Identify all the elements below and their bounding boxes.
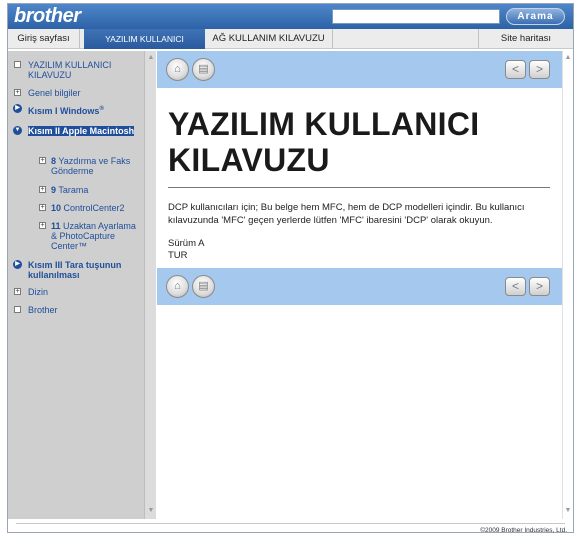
next-page-icon[interactable]: >: [529, 277, 550, 296]
sidebar-item-software-guide[interactable]: YAZILIM KULLANICI KILAVUZU: [14, 60, 138, 80]
sidebar-item-printing-fax[interactable]: + 8 Yazdırma ve Faks Gönderme: [39, 156, 139, 176]
sidebar-item-index[interactable]: + Dizin: [14, 287, 138, 297]
chapter-number: 11: [51, 221, 61, 231]
intro-paragraph: DCP kullanıcıları için; Bu belge hem MFC…: [168, 202, 525, 226]
sidebar-item-label: Brother: [28, 305, 58, 315]
chapter-number: 9: [51, 185, 57, 195]
top-nav: Giriş sayfası YAZILIM KULLANICI KILAVUZU…: [8, 29, 573, 64]
sidebar-item-brother[interactable]: Brother: [14, 305, 138, 315]
sidebar-item-controlcenter[interactable]: + 10 ControlCenter2: [39, 203, 139, 213]
sidebar-item-remote-setup[interactable]: + 11 Uzaktan Ayarlama & PhotoCapture Cen…: [39, 221, 139, 251]
content-scrollbar[interactable]: ▲ ▼: [562, 51, 573, 519]
scroll-up-icon[interactable]: ▲: [563, 53, 573, 63]
sidebar-item-scanning[interactable]: + 9 Tarama: [39, 185, 139, 195]
scroll-down-icon[interactable]: ▼: [563, 506, 573, 516]
page-icon: [14, 306, 21, 313]
registered-mark: ®: [99, 106, 104, 112]
next-page-icon[interactable]: >: [529, 60, 550, 79]
expand-icon: +: [39, 204, 46, 211]
printer-icon[interactable]: ▤: [192, 275, 215, 298]
sidebar-item-label: Tarama: [58, 185, 89, 195]
sidebar-item-label: Uzaktan Ayarlama & PhotoCapture Center™: [51, 221, 136, 251]
footer-divider: [16, 523, 565, 524]
scroll-up-icon[interactable]: ▲: [146, 53, 156, 63]
sidebar-item-label: ControlCenter2: [63, 203, 125, 213]
expand-icon: +: [39, 157, 46, 164]
language-code: TUR: [168, 250, 188, 261]
tab-network-guide[interactable]: AĞ KULLANIM KILAVUZU: [205, 29, 333, 49]
chevron-down-icon: ▼: [13, 126, 22, 135]
chapter-number: 10: [51, 203, 62, 213]
sidebar-item-label: Yazdırma ve Faks Gönderme: [51, 156, 131, 176]
search-button[interactable]: Arama: [506, 8, 565, 25]
sidebar-item-label: Kısım II Apple Macintosh: [28, 126, 135, 136]
chevron-right-icon: ▶: [13, 260, 22, 269]
sidebar-item-label: Dizin: [28, 287, 49, 297]
chevron-right-icon: ▶: [13, 104, 22, 113]
sidebar-item-general[interactable]: + Genel bilgiler: [14, 88, 138, 98]
brother-logo: brother: [14, 5, 81, 27]
sidebar-item-label: Kısım III Tara tuşunun kullanılması: [28, 260, 122, 280]
sidebar-item-label: YAZILIM KULLANICI KILAVUZU: [28, 60, 112, 80]
sidebar: YAZILIM KULLANICI KILAVUZU + Genel bilgi…: [8, 51, 156, 519]
tab-home[interactable]: Giriş sayfası: [8, 29, 80, 49]
home-icon[interactable]: ⌂: [166, 275, 189, 298]
tab-sitemap[interactable]: Site haritası: [478, 29, 573, 49]
header-bar: brother Arama: [8, 4, 573, 29]
page-icon: [14, 61, 21, 68]
sidebar-item-windows[interactable]: ▶ Kısım I Windows®: [13, 104, 138, 116]
version-label: Sürüm A: [168, 238, 205, 249]
title-divider: [168, 187, 550, 188]
sidebar-scrollbar[interactable]: ▲ ▼: [144, 51, 156, 519]
sidebar-item-macintosh[interactable]: ▼ Kısım II Apple Macintosh: [13, 126, 138, 136]
page-title: YAZILIM KULLANICI KILAVUZU: [168, 106, 480, 178]
expand-icon: +: [39, 222, 46, 229]
tab-software-guide[interactable]: YAZILIM KULLANICI KILAVUZU: [84, 29, 205, 64]
scroll-down-icon[interactable]: ▼: [146, 506, 156, 516]
page-toolbar-bottom: ⌂ ▤ < >: [157, 268, 562, 305]
search-input[interactable]: [332, 9, 500, 24]
page-toolbar-top: ⌂ ▤ < >: [157, 51, 562, 88]
expand-icon: +: [39, 186, 46, 193]
previous-page-icon[interactable]: <: [505, 60, 526, 79]
browser-frame: brother Arama Giriş sayfası YAZILIM KULL…: [7, 3, 574, 534]
expand-icon: +: [14, 288, 21, 295]
printer-icon[interactable]: ▤: [192, 58, 215, 81]
sidebar-item-label: Kısım I Windows: [28, 106, 100, 116]
home-icon[interactable]: ⌂: [166, 58, 189, 81]
chapter-number: 8: [51, 156, 57, 166]
sidebar-item-label: Genel bilgiler: [28, 88, 81, 98]
previous-page-icon[interactable]: <: [505, 277, 526, 296]
copyright-text: ©2009 Brother Industries, Ltd.: [480, 527, 567, 534]
expand-icon: +: [14, 89, 21, 96]
sidebar-item-scan-key[interactable]: ▶ Kısım III Tara tuşunun kullanılması: [13, 260, 142, 280]
main-content: ⌂ ▤ < > YAZILIM KULLANICI KILAVUZU DCP k…: [157, 51, 573, 519]
